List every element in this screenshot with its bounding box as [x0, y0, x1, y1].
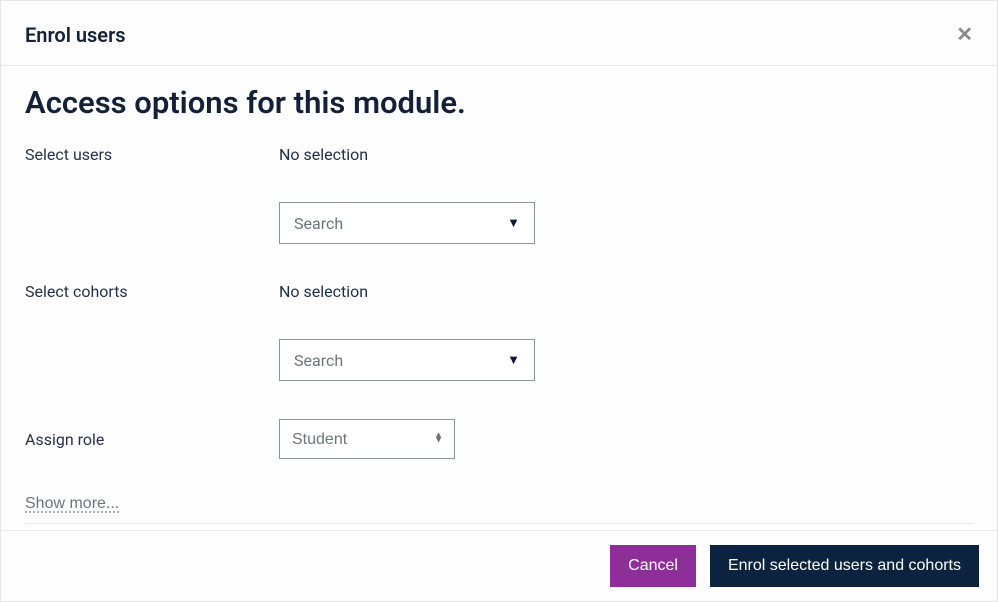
select-users-status: No selection [279, 145, 973, 164]
cancel-button[interactable]: Cancel [610, 545, 696, 587]
select-cohorts-status: No selection [279, 282, 973, 301]
close-button[interactable]: ✕ [956, 25, 973, 45]
enrol-button[interactable]: Enrol selected users and cohorts [710, 545, 979, 587]
modal-header: Enrol users ✕ [1, 1, 997, 66]
select-users-control: No selection Search ▼ [279, 145, 973, 244]
assign-role-row: Assign role Student ▲▼ [25, 419, 973, 459]
chevron-down-icon: ▼ [507, 352, 520, 368]
select-cohorts-control: No selection Search ▼ [279, 282, 973, 381]
assign-role-select-wrap: Student ▲▼ [279, 419, 455, 459]
modal-body: Access options for this module. Select u… [1, 66, 997, 530]
assign-role-label: Assign role [25, 430, 279, 449]
select-users-label: Select users [25, 145, 279, 164]
select-cohorts-row: Select cohorts No selection Search ▼ [25, 282, 973, 381]
assign-role-control: Student ▲▼ [279, 419, 973, 459]
select-cohorts-search[interactable]: Search ▼ [279, 339, 535, 381]
assign-role-select[interactable]: Student [279, 419, 455, 459]
close-icon: ✕ [956, 24, 973, 46]
select-users-search[interactable]: Search ▼ [279, 202, 535, 244]
show-more-wrap: Show more... [25, 493, 973, 524]
enrol-users-modal: Enrol users ✕ Access options for this mo… [0, 0, 998, 602]
page-title: Access options for this module. [25, 84, 973, 121]
select-users-search-placeholder: Search [294, 214, 343, 233]
show-more-link[interactable]: Show more... [25, 495, 119, 513]
select-cohorts-label: Select cohorts [25, 282, 279, 301]
modal-title: Enrol users [25, 23, 126, 47]
modal-footer: Cancel Enrol selected users and cohorts [1, 530, 997, 601]
select-cohorts-search-placeholder: Search [294, 351, 343, 370]
chevron-down-icon: ▼ [507, 215, 520, 231]
select-users-row: Select users No selection Search ▼ [25, 145, 973, 244]
